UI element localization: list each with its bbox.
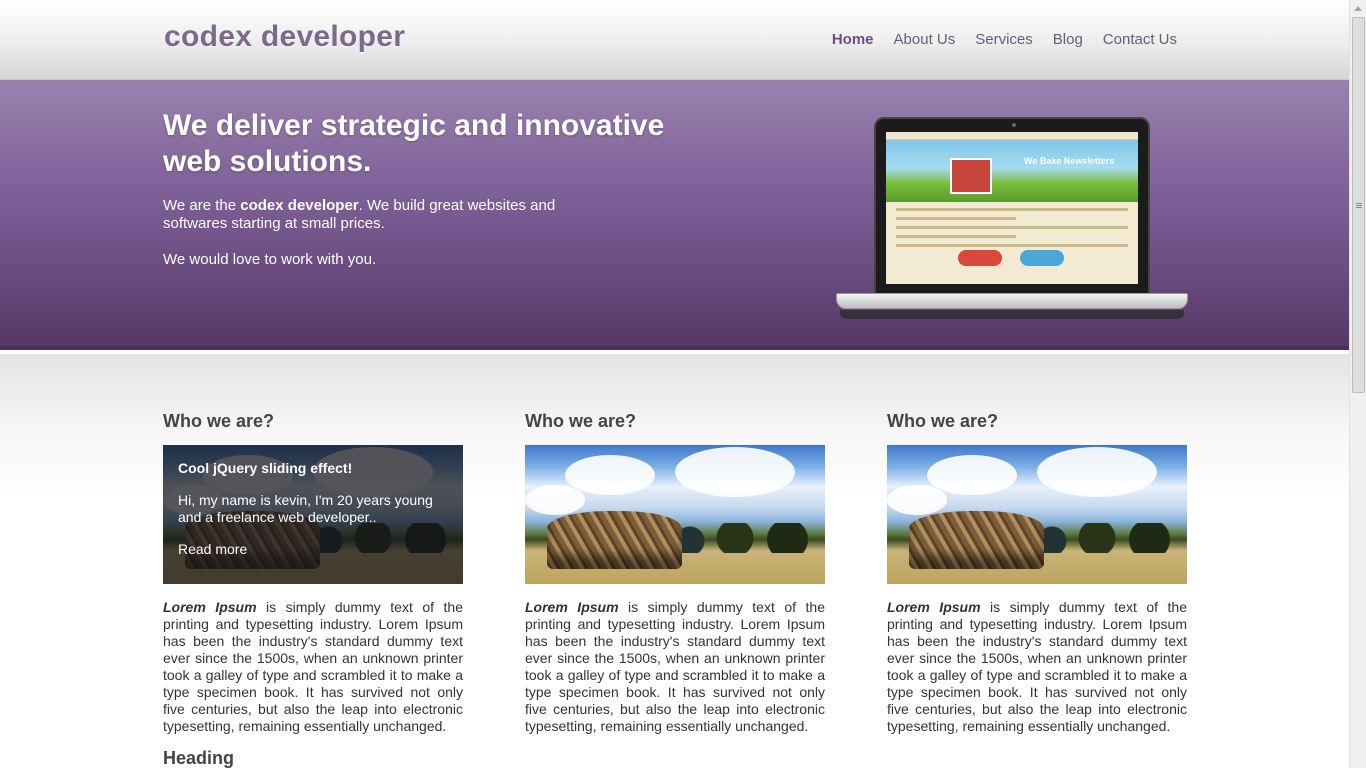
cloud-shape bbox=[887, 485, 947, 515]
laptop-base bbox=[836, 293, 1188, 309]
site-logo[interactable]: codex developer bbox=[164, 20, 405, 54]
scroll-up-arrow-icon[interactable] bbox=[1354, 6, 1362, 11]
hero-banner: We deliver strategic and innovative web … bbox=[0, 80, 1349, 350]
hero-intro-prefix: We are the bbox=[163, 197, 241, 214]
cloud-shape bbox=[565, 455, 655, 495]
nav-about-us[interactable]: About Us bbox=[894, 31, 956, 48]
treeline bbox=[1037, 523, 1187, 553]
screen-text-line bbox=[896, 217, 1016, 220]
cloud-shape bbox=[1037, 447, 1157, 497]
column-heading: Who we are? bbox=[887, 411, 999, 431]
hero-line2: We would love to work with you. bbox=[163, 251, 377, 268]
screen-title: We Bake Newsletters bbox=[1024, 156, 1115, 166]
feature-column-1: Who we are? Cool jQuery sliding effect! … bbox=[163, 410, 463, 735]
body-text: is simply dummy text of the printing and… bbox=[887, 599, 1187, 734]
column-heading: Who we are? bbox=[163, 411, 275, 431]
screen-text-line bbox=[896, 235, 1016, 238]
body-text: is simply dummy text of the printing and… bbox=[525, 599, 825, 734]
section-heading: Heading bbox=[163, 748, 235, 768]
screen-badge bbox=[958, 250, 1002, 266]
nav-contact-us[interactable]: Contact Us bbox=[1103, 31, 1177, 48]
screen-text-line bbox=[896, 208, 1128, 211]
overlay-text: Hi, my name is kevin, I'm 20 years young… bbox=[178, 492, 433, 525]
overlay-title: Cool jQuery sliding effect! bbox=[178, 460, 353, 476]
stone-structure bbox=[909, 511, 1044, 569]
screen-nav bbox=[886, 132, 1138, 140]
hero-intro: We are the codex developer. We build gre… bbox=[163, 197, 583, 233]
body-bold: Lorem Ipsum bbox=[525, 599, 619, 615]
column-heading: Who we are? bbox=[525, 411, 637, 431]
body-bold: Lorem Ipsum bbox=[163, 599, 257, 615]
column-image[interactable] bbox=[887, 445, 1187, 584]
cloud-shape bbox=[525, 485, 585, 515]
nav-home[interactable]: Home bbox=[832, 31, 874, 48]
screen-banner: We Bake Newsletters bbox=[886, 140, 1138, 202]
screen-shop-illustration bbox=[950, 158, 992, 194]
column-body: Lorem Ipsum is simply dummy text of the … bbox=[887, 599, 1187, 735]
screen-text-line bbox=[896, 244, 1128, 247]
cloud-shape bbox=[675, 447, 795, 497]
column-body: Lorem Ipsum is simply dummy text of the … bbox=[525, 599, 825, 735]
page-scrollbar[interactable] bbox=[1349, 0, 1366, 768]
screen-badge bbox=[1020, 250, 1064, 266]
laptop-screen: We Bake Newsletters bbox=[886, 132, 1138, 284]
column-body: Lorem Ipsum is simply dummy text of the … bbox=[163, 599, 463, 735]
laptop-base-shadow bbox=[840, 310, 1184, 319]
nav-services[interactable]: Services bbox=[975, 31, 1033, 48]
screen-badges bbox=[958, 250, 1064, 266]
nav-blog[interactable]: Blog bbox=[1053, 31, 1083, 48]
cloud-shape bbox=[927, 455, 1017, 495]
laptop-camera bbox=[1012, 123, 1016, 127]
hero-intro-brand: codex developer bbox=[240, 197, 359, 214]
slide-overlay: Cool jQuery sliding effect! Hi, my name … bbox=[163, 445, 463, 584]
hero-headline: We deliver strategic and innovative web … bbox=[163, 109, 665, 178]
screen-text-line bbox=[896, 226, 1128, 229]
site-header: codex developer Home About Us Services B… bbox=[0, 0, 1349, 80]
column-image[interactable]: Cool jQuery sliding effect! Hi, my name … bbox=[163, 445, 463, 584]
scrollbar-grip-icon bbox=[1356, 203, 1362, 204]
read-more-link[interactable]: Read more bbox=[178, 541, 448, 558]
laptop-image: We Bake Newsletters bbox=[836, 117, 1188, 323]
laptop-lid: We Bake Newsletters bbox=[874, 117, 1150, 295]
treeline bbox=[675, 523, 825, 553]
scrollbar-thumb[interactable] bbox=[1352, 17, 1365, 393]
body-bold: Lorem Ipsum bbox=[887, 599, 981, 615]
stone-structure bbox=[547, 511, 682, 569]
feature-column-3: Who we are? Lorem Ipsum is simply dummy … bbox=[887, 410, 1187, 735]
main-nav: Home About Us Services Blog Contact Us bbox=[832, 31, 1177, 48]
body-text: is simply dummy text of the printing and… bbox=[163, 599, 463, 734]
feature-column-2: Who we are? Lorem Ipsum is simply dummy … bbox=[525, 410, 825, 735]
column-image[interactable] bbox=[525, 445, 825, 584]
